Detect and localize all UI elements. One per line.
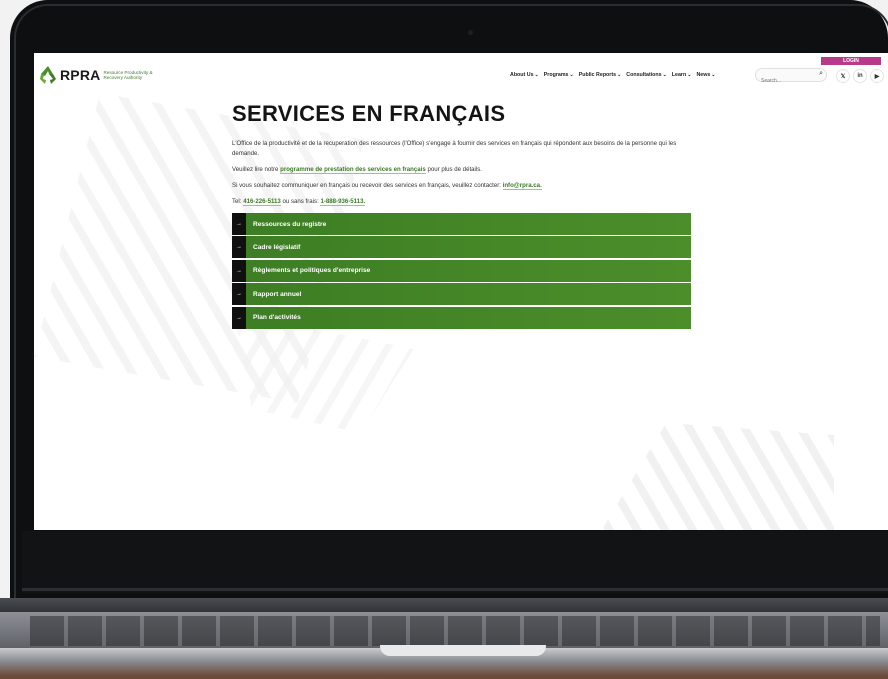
search-input[interactable]	[756, 75, 813, 87]
youtube-social-icon[interactable]: ▶	[870, 69, 884, 83]
menu-item-ressources-registre[interactable]: → Ressources du registre	[232, 213, 691, 235]
program-link[interactable]: programme de prestation des services en …	[280, 166, 426, 174]
nav-item-news[interactable]: News⌄	[696, 72, 715, 78]
nav-item-public-reports[interactable]: Public Reports⌄	[579, 72, 622, 78]
email-link[interactable]: info@rpra.ca.	[502, 182, 542, 190]
browser-screen: RPRA Resource Productivity & Recovery Au…	[34, 53, 888, 530]
chevron-down-icon: ⌄	[662, 72, 667, 78]
contact-paragraph: Si vous souhaitez communiquer en françai…	[232, 182, 542, 190]
x-social-icon[interactable]: 𝕏	[836, 69, 850, 83]
logo-wordmark: RPRA	[60, 67, 101, 83]
nav-item-consultations[interactable]: Consultations⌄	[626, 72, 667, 78]
keyboard-keys	[30, 616, 880, 646]
chevron-down-icon: ⌄	[711, 72, 716, 78]
search-icon[interactable]: ⌕	[819, 70, 823, 78]
bezel-edge	[22, 588, 888, 591]
chevron-down-icon: ⌄	[617, 72, 622, 78]
intro-paragraph: L'Office de la productivité et de la rec…	[232, 140, 677, 157]
arrow-right-icon: →	[232, 283, 246, 306]
background-pattern	[234, 313, 414, 433]
search-box: ⌕	[755, 68, 827, 87]
site-header: RPRA Resource Productivity & Recovery Au…	[34, 53, 888, 101]
menu-item-cadre-legislatif[interactable]: → Cadre législatif	[232, 236, 691, 259]
chevron-down-icon: ⌄	[569, 72, 574, 78]
phone-link[interactable]: 416-226-5113	[243, 198, 281, 206]
arrow-right-icon: →	[232, 306, 246, 329]
login-button[interactable]: LOGIN	[821, 57, 881, 65]
logo-tagline: Resource Productivity & Recovery Authori…	[103, 70, 153, 80]
nav-item-about-us[interactable]: About Us⌄	[510, 72, 539, 78]
chevron-down-icon: ⌄	[687, 72, 692, 78]
site-logo[interactable]: RPRA Resource Productivity & Recovery Au…	[38, 65, 155, 85]
linkedin-social-icon[interactable]: in	[853, 69, 867, 83]
menu-item-plan-activites[interactable]: → Plan d'activités	[232, 306, 691, 329]
nav-item-learn[interactable]: Learn⌄	[672, 72, 692, 78]
screen-bezel-bottom	[22, 531, 888, 593]
menu-item-reglements-politiques[interactable]: → Règlements et politiques d'entreprise	[232, 259, 691, 282]
recycle-logo-icon	[38, 65, 58, 85]
chevron-down-icon: ⌄	[534, 72, 539, 78]
arrow-right-icon: →	[232, 236, 246, 259]
trackpad-notch	[380, 645, 546, 656]
nav-item-programs[interactable]: Programs⌄	[544, 72, 574, 78]
tollfree-link[interactable]: 1-888-936-5113.	[320, 198, 366, 206]
resource-menu: → Ressources du registre → Cadre législa…	[232, 213, 692, 329]
phone-paragraph: Tel: 416-226-5113 ou sans frais: 1-888-9…	[232, 198, 366, 206]
page-title: SERVICES EN FRANÇAIS	[232, 101, 506, 126]
camera-dot	[468, 30, 473, 35]
main-content: SERVICES EN FRANÇAIS L'Office de la prod…	[232, 101, 692, 330]
arrow-right-icon: →	[232, 213, 246, 235]
arrow-right-icon: →	[232, 259, 246, 282]
menu-item-rapport-annuel[interactable]: → Rapport annuel	[232, 283, 691, 306]
main-nav: About Us⌄ Programs⌄ Public Reports⌄ Cons…	[510, 72, 715, 78]
background-pattern	[594, 423, 834, 530]
program-paragraph: Veuillez lire notre programme de prestat…	[232, 166, 482, 174]
